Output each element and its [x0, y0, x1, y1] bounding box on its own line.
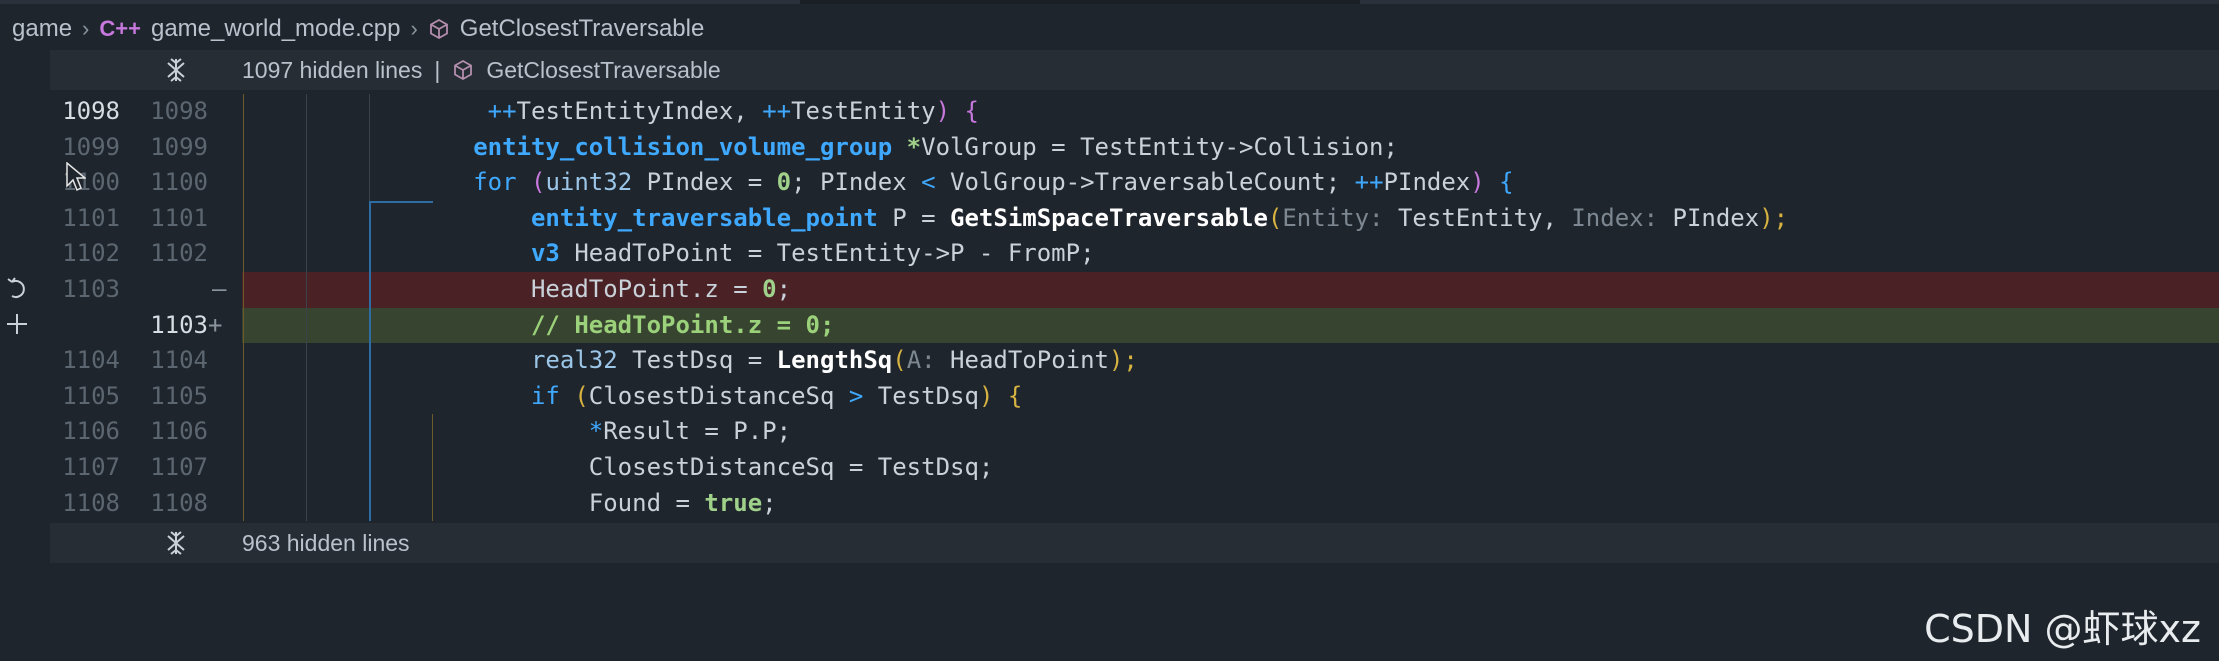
code-text: if (ClosestDistanceSq > TestDsq) { [530, 381, 1023, 410]
top-tab-strip [0, 0, 2219, 4]
new-line-number: 1108 [150, 488, 208, 517]
old-line-number: 1103 [62, 275, 120, 303]
code-line[interactable]: 1105 1105 if (ClosestDistanceSq > TestDs… [50, 379, 2219, 415]
breadcrumb-folder[interactable]: game [12, 15, 72, 43]
hidden-lines-label: 1097 hidden lines [242, 56, 423, 83]
new-line-number: 1100 [150, 168, 208, 197]
fold-region-bottom[interactable]: 963 hidden lines [50, 523, 2219, 563]
stage-plus-icon[interactable] [4, 311, 30, 337]
old-line-number: 1098 [62, 97, 120, 125]
code-line[interactable]: 1108 1108 Found = true; [50, 486, 2219, 522]
old-line-number: 1102 [62, 239, 120, 268]
code-text: *Result = P.P; [588, 417, 792, 446]
fold-symbol[interactable]: GetClosestTraversable [486, 57, 720, 84]
revert-icon[interactable] [4, 276, 30, 302]
old-line-number: 1104 [62, 346, 120, 375]
code-text: ClosestDistanceSq = TestDsq; [588, 453, 994, 481]
breadcrumb-symbol[interactable]: GetClosestTraversable [460, 15, 705, 43]
code-line[interactable]: 1099 1099 entity_collision_volume_group … [50, 130, 2219, 166]
breadcrumb-file[interactable]: game_world_mode.cpp [151, 15, 400, 43]
indent-guide [243, 94, 244, 521]
new-line-number: 1106 [150, 417, 208, 446]
new-line-number: 1107 [150, 453, 208, 481]
watermark: CSDN @虾球xz [1924, 607, 2201, 651]
old-line-number: 1108 [62, 488, 120, 517]
new-line-number: 1103 [150, 310, 208, 339]
code-text: HeadToPoint.z = 0; [530, 275, 792, 303]
code-line[interactable]: 1106 1106 *Result = P.P; [50, 414, 2219, 450]
tab-strip-segment [0, 0, 800, 4]
old-line-number [50, 308, 120, 344]
scope-guide [369, 201, 371, 521]
code-line[interactable]: 1098 1098 ++TestEntityIndex, ++TestEntit… [50, 94, 2219, 130]
cpp-file-icon: C++ [99, 16, 141, 41]
unfold-icon[interactable] [162, 529, 190, 557]
fold-region-top[interactable]: 1097 hidden lines | GetClosestTraversabl… [50, 50, 2219, 90]
code-text: entity_collision_volume_group *VolGroup … [473, 132, 1398, 161]
hidden-lines-label: 963 hidden lines [242, 529, 410, 556]
old-line-number: 1105 [62, 381, 120, 410]
deleted-marker: — [212, 275, 227, 303]
indent-guide [306, 94, 307, 521]
code-line[interactable]: 1102 1102 v3 HeadToPoint = TestEntity->P… [50, 236, 2219, 272]
added-marker: + [208, 310, 223, 339]
diff-action-bar [0, 50, 50, 661]
old-line-number: 1107 [62, 453, 120, 481]
new-line-number: 1102 [150, 239, 208, 268]
old-line-number: 1106 [62, 417, 120, 446]
new-line-number: 1099 [150, 132, 208, 161]
chevron-right-icon: › [410, 16, 418, 41]
old-line-number: 1099 [62, 132, 120, 161]
scope-guide [369, 201, 433, 203]
deleted-line[interactable]: 1103 — HeadToPoint.z = 0; [50, 272, 2219, 308]
old-line-number: 1101 [62, 203, 120, 232]
code-text: entity_traversable_point P = GetSimSpace… [530, 203, 1789, 232]
mouse-cursor-icon [66, 162, 86, 192]
new-line-number: 1104 [150, 346, 208, 375]
new-line-number: 1105 [150, 381, 208, 410]
code-text: // HeadToPoint.z = 0; [530, 310, 835, 339]
code-text: for (uint32 PIndex = 0; PIndex < VolGrou… [473, 168, 1514, 197]
unfold-icon[interactable] [162, 56, 190, 84]
breadcrumb: game › C++ game_world_mode.cpp › GetClos… [0, 8, 2219, 50]
code-text: ++TestEntityIndex, ++TestEntity) { [487, 97, 979, 125]
new-line-number: 1101 [150, 203, 208, 232]
code-line[interactable]: 1104 1104 real32 TestDsq = LengthSq(A: H… [50, 343, 2219, 379]
code-line[interactable]: 1100 1100 for (uint32 PIndex = 0; PIndex… [50, 165, 2219, 201]
added-line[interactable]: 1103 + // HeadToPoint.z = 0; [50, 307, 2219, 344]
code-line[interactable]: 1107 1107 ClosestDistanceSq = TestDsq; [50, 450, 2219, 486]
code-text: real32 TestDsq = LengthSq(A: HeadToPoint… [530, 346, 1138, 375]
new-line-number [138, 272, 208, 308]
symbol-cube-icon [454, 59, 473, 81]
code-text: Found = true; [588, 488, 777, 517]
new-line-number: 1098 [150, 97, 208, 125]
tab-strip-segment [1360, 0, 2219, 4]
fold-separator: | [434, 56, 441, 83]
code-line[interactable]: 1101 1101 entity_traversable_point P = G… [50, 201, 2219, 237]
symbol-cube-icon [429, 18, 448, 40]
indent-guide [432, 414, 433, 521]
chevron-right-icon: › [82, 16, 90, 41]
